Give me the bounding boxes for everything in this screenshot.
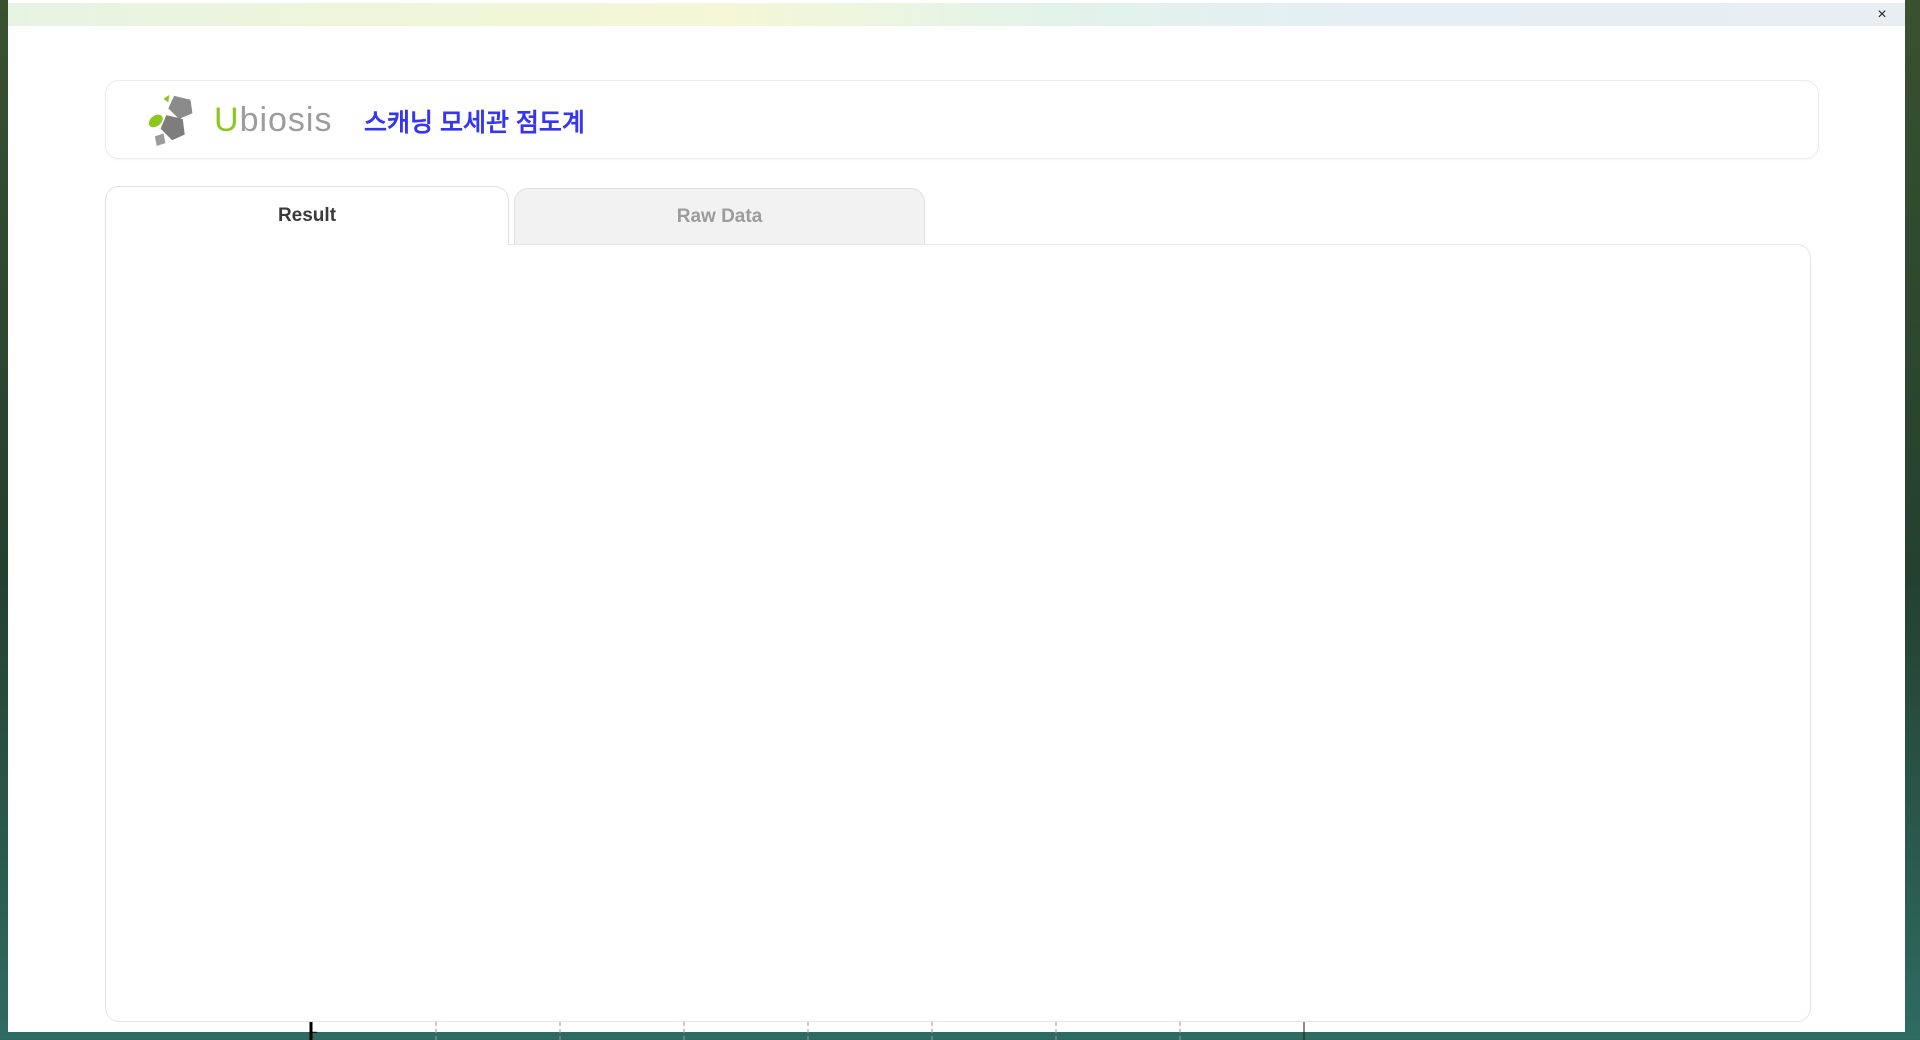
header-card: Ubiosis 스캐닝 모세관 점도계: [105, 80, 1819, 159]
logo-text-rest: biosis: [239, 100, 333, 139]
app-title: 스캐닝 모세관 점도계: [364, 109, 585, 137]
app-window: × Ubiosis 스캐닝 모세관 점도계 Result Raw Data: [8, 0, 1905, 1040]
result-tab-panel: [105, 244, 1811, 1022]
logo: Ubiosis: [148, 93, 333, 147]
logo-text-u: U: [214, 100, 240, 139]
close-icon[interactable]: ×: [1871, 4, 1893, 26]
tab-raw-data[interactable]: Raw Data: [514, 188, 925, 245]
logo-text: Ubiosis: [214, 101, 333, 140]
tab-result[interactable]: Result: [105, 186, 509, 245]
window-titlebar: ×: [8, 3, 1905, 26]
ubiosis-logo-icon: [148, 93, 206, 147]
